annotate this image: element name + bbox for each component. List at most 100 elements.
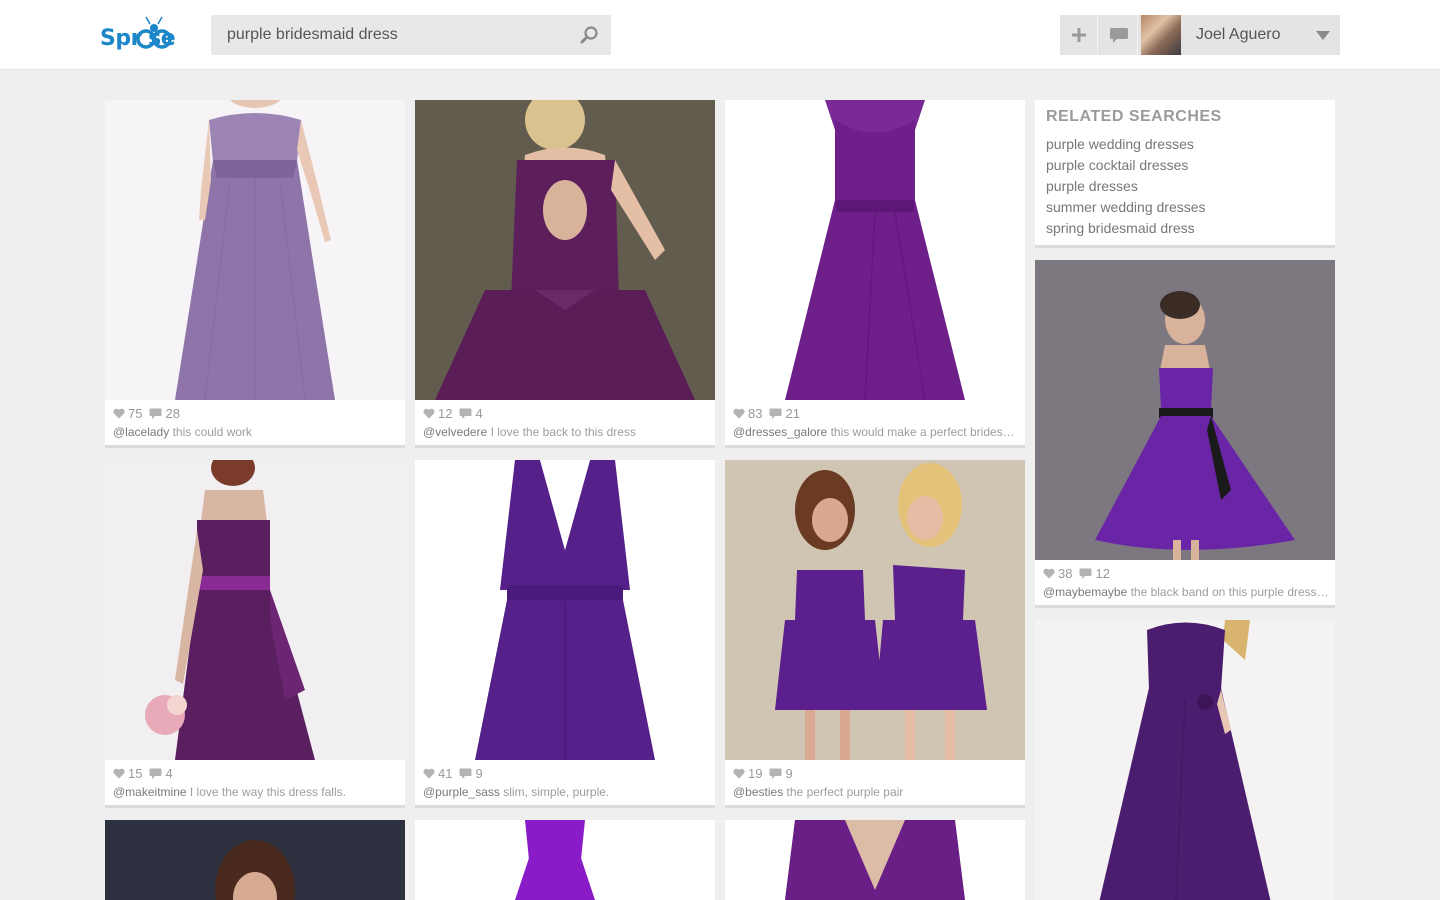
heart-icon [113, 768, 125, 778]
plus-icon [1071, 28, 1086, 42]
likes-count: 38 [1058, 565, 1073, 581]
dress-image[interactable] [105, 460, 405, 760]
dress-image[interactable] [725, 100, 1025, 400]
dress-image[interactable] [1035, 260, 1335, 560]
card-caption-text: the black band on this purple dress is p… [1130, 585, 1329, 599]
likes-stat[interactable]: 83 [733, 406, 762, 421]
user-bar: Joel Aguero [1060, 15, 1340, 55]
search-box [211, 15, 611, 55]
likes-stat[interactable]: 15 [113, 766, 142, 781]
card-username[interactable]: @lacelady [113, 425, 169, 439]
pin-card[interactable]: 41 9 @purple_sass slim, simple, purple. [415, 460, 715, 805]
dress-image[interactable] [1035, 620, 1335, 900]
card-caption-text: slim, simple, purple. [503, 785, 610, 799]
heart-icon [733, 408, 745, 418]
comments-stat[interactable]: 21 [769, 405, 800, 421]
likes-stat[interactable]: 19 [733, 766, 762, 781]
comment-icon [769, 768, 782, 779]
comments-stat[interactable]: 12 [1079, 566, 1110, 581]
comments-stat[interactable]: 28 [149, 405, 180, 421]
comments-count: 4 [165, 765, 173, 781]
heart-icon [423, 768, 435, 778]
comments-count: 9 [475, 765, 483, 781]
dress-image[interactable] [725, 820, 1025, 900]
comment-icon [149, 408, 162, 419]
comment-icon [149, 768, 162, 779]
likes-stat[interactable]: 41 [423, 766, 452, 781]
dress-image[interactable] [415, 460, 715, 760]
dress-image[interactable] [725, 460, 1025, 760]
pin-card[interactable]: 12 4 @velvedere I love the back to this … [415, 100, 715, 445]
comments-count: 21 [785, 405, 800, 421]
comments-stat[interactable]: 4 [149, 765, 173, 781]
card-username[interactable]: @velvedere [423, 425, 487, 439]
messages-button[interactable] [1100, 15, 1138, 55]
comments-count: 4 [475, 405, 483, 421]
card-caption: @besties the perfect purple pair [733, 785, 1019, 799]
related-search-link[interactable]: purple wedding dresses [1046, 134, 1324, 155]
card-username[interactable]: @dresses_galore [733, 425, 827, 439]
pin-card[interactable] [725, 820, 1025, 900]
pin-card[interactable]: 83 21 @dresses_galore this would make a … [725, 100, 1025, 445]
related-searches-panel: RELATED SEARCHES purple wedding dresses … [1035, 100, 1335, 245]
dress-image[interactable] [105, 820, 405, 900]
card-username[interactable]: @purple_sass [423, 785, 500, 799]
pin-card[interactable] [105, 820, 405, 900]
card-caption-text: this could work [172, 425, 252, 439]
comment-icon [459, 408, 472, 419]
search-icon[interactable] [579, 25, 599, 45]
search-input[interactable] [211, 15, 571, 55]
chevron-down-icon[interactable] [1316, 29, 1330, 41]
heart-icon [733, 768, 745, 778]
card-caption-text: I love the way this dress falls. [189, 785, 346, 799]
comments-stat[interactable]: 9 [459, 765, 483, 781]
pin-card[interactable]: 75 28 @lacelady this could work [105, 100, 405, 445]
card-caption-text: I love the back to this dress [490, 425, 636, 439]
speech-bubble-icon [1109, 28, 1128, 43]
card-stats: 38 12 [1043, 565, 1117, 581]
card-caption: @lacelady this could work [113, 425, 399, 439]
card-stats: 12 4 [423, 405, 490, 421]
avatar[interactable] [1141, 15, 1181, 55]
likes-stat[interactable]: 38 [1043, 566, 1072, 581]
pin-card[interactable] [415, 820, 715, 900]
card-caption: @maybemaybe the black band on this purpl… [1043, 585, 1329, 599]
dress-image[interactable] [415, 100, 715, 400]
comment-icon [769, 408, 782, 419]
pin-card[interactable] [1035, 620, 1335, 900]
pin-card[interactable]: 38 12 @maybemaybe the black band on this… [1035, 260, 1335, 605]
likes-stat[interactable]: 75 [113, 406, 142, 421]
card-username[interactable]: @makeitmine [113, 785, 187, 799]
heart-icon [1043, 568, 1055, 578]
card-username[interactable]: @maybemaybe [1043, 585, 1127, 599]
add-button[interactable] [1060, 15, 1098, 55]
user-name[interactable]: Joel Aguero [1196, 26, 1281, 44]
pin-card[interactable]: 15 4 @makeitmine I love the way this dre… [105, 460, 405, 805]
related-search-link[interactable]: purple dresses [1046, 176, 1324, 197]
comments-stat[interactable]: 4 [459, 405, 483, 421]
likes-stat[interactable]: 12 [423, 406, 452, 421]
top-bar: Spr se Joel Aguero [0, 0, 1440, 70]
comments-count: 9 [785, 765, 793, 781]
heart-icon [423, 408, 435, 418]
comments-stat[interactable]: 9 [769, 765, 793, 781]
card-username[interactable]: @besties [733, 785, 783, 799]
dress-image[interactable] [415, 820, 715, 900]
comment-icon [459, 768, 472, 779]
comments-count: 28 [165, 405, 180, 421]
spruce-logo[interactable]: Spr se [100, 16, 200, 54]
likes-count: 83 [748, 405, 763, 421]
card-stats: 19 9 [733, 765, 800, 781]
heart-icon [113, 408, 125, 418]
related-search-link[interactable]: spring bridesmaid dress [1046, 218, 1324, 239]
related-search-link[interactable]: purple cocktail dresses [1046, 155, 1324, 176]
comment-icon [1079, 568, 1092, 579]
related-search-link[interactable]: summer wedding dresses [1046, 197, 1324, 218]
dress-image[interactable] [105, 100, 405, 400]
card-caption: @dresses_galore this would make a perfec… [733, 425, 1019, 439]
related-searches-title: RELATED SEARCHES [1046, 108, 1222, 125]
likes-count: 12 [438, 405, 453, 421]
likes-count: 75 [128, 405, 143, 421]
card-caption: @velvedere I love the back to this dress [423, 425, 709, 439]
pin-card[interactable]: 19 9 @besties the perfect purple pair [725, 460, 1025, 805]
